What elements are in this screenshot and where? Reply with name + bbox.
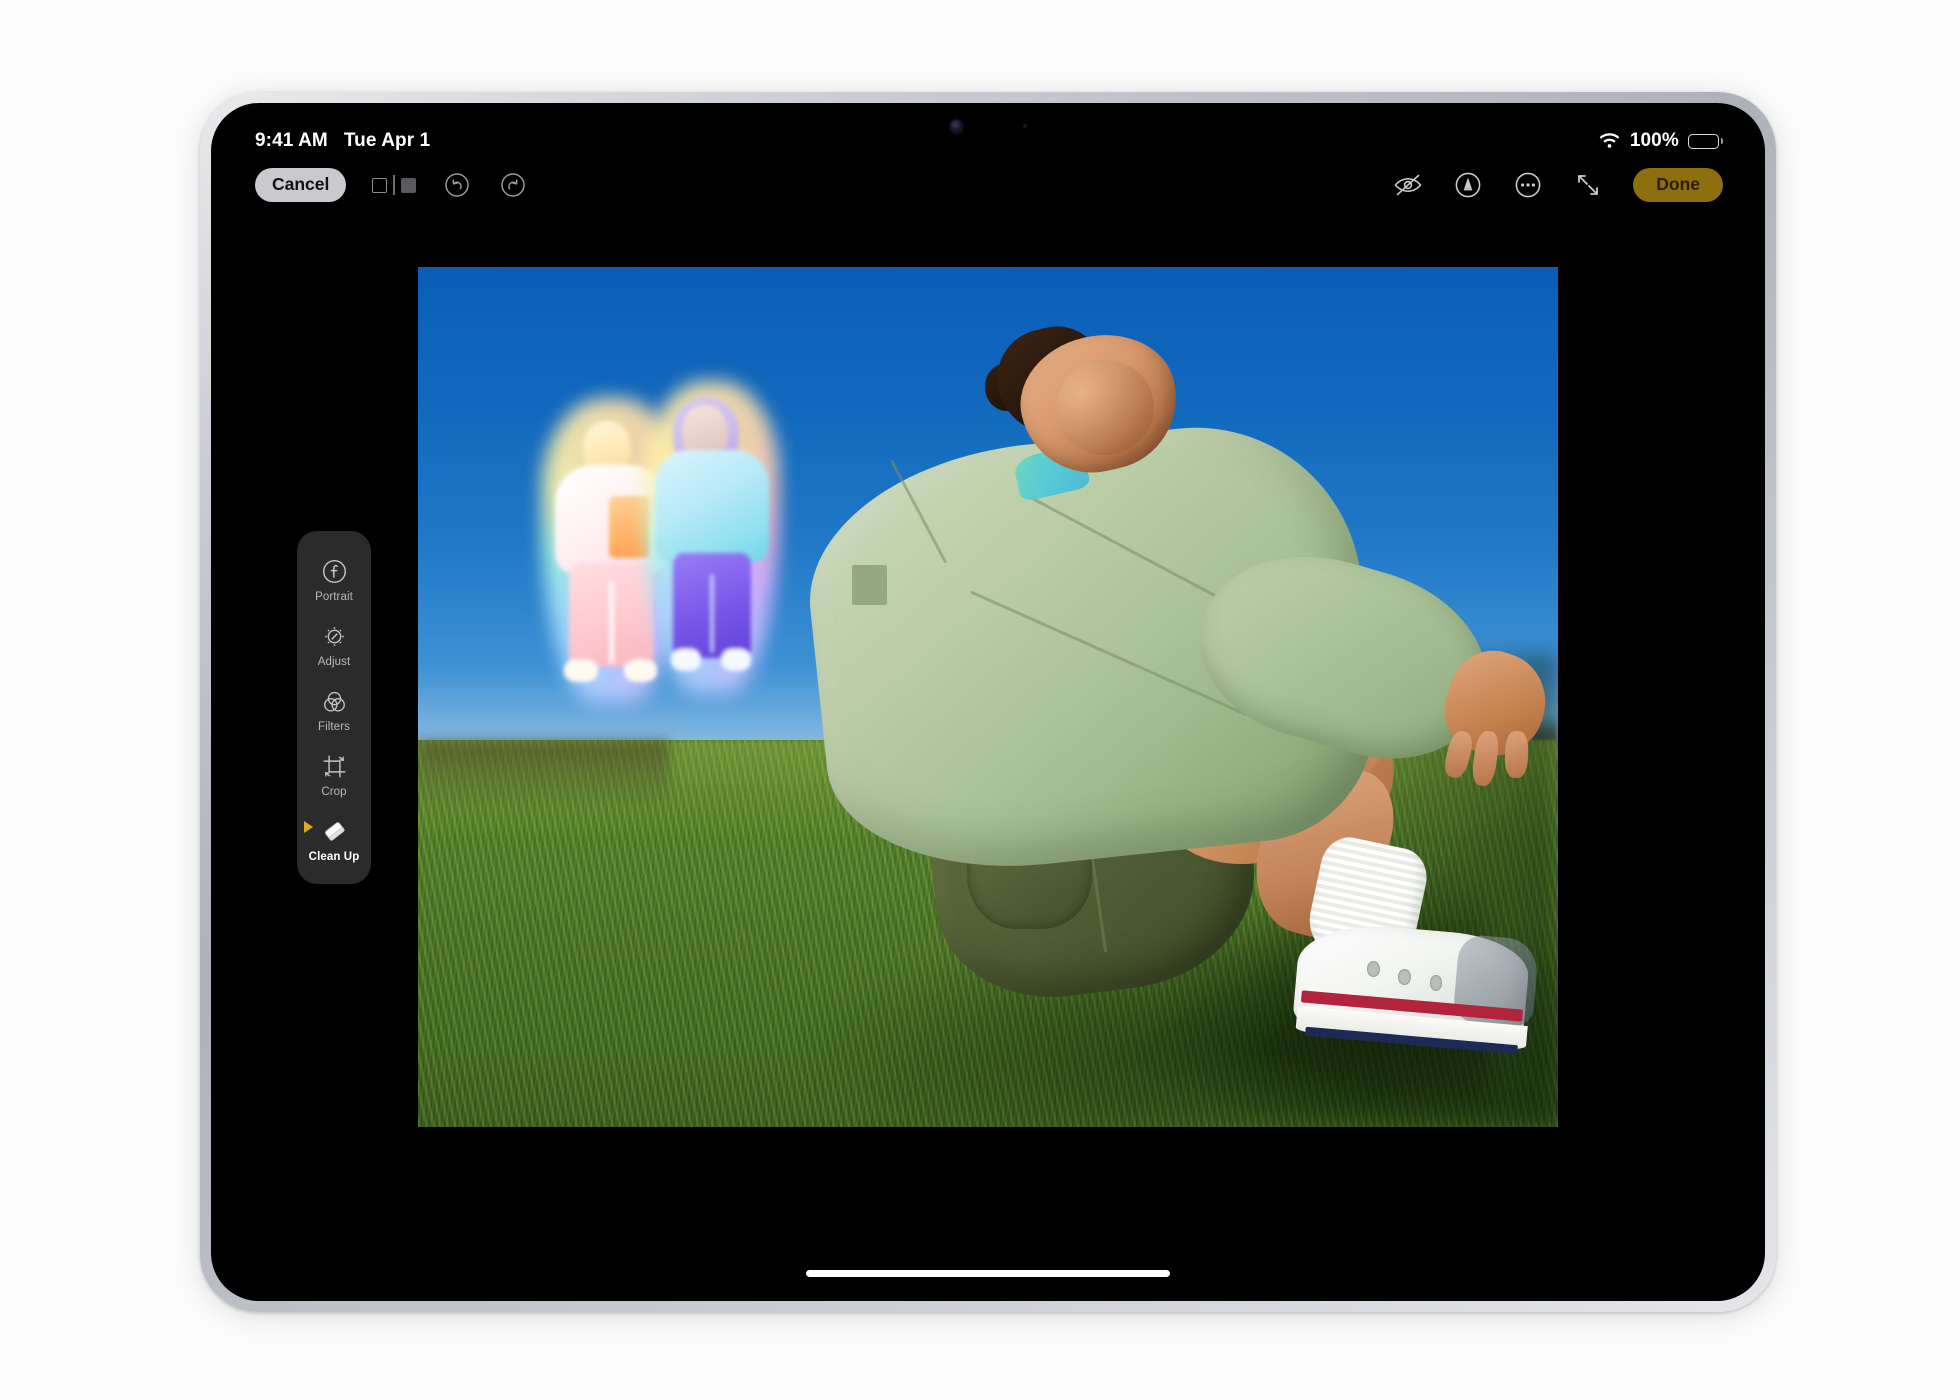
photo-main-subject <box>692 317 1558 1127</box>
battery-cap <box>1720 138 1723 144</box>
person-shoe-right <box>623 659 657 683</box>
tablet-screen: 9:41 AM Tue Apr 1 100% Cancel Done Portr… <box>211 103 1765 1301</box>
photo-dirt-patch <box>418 740 669 809</box>
person-leg-gap <box>609 581 615 665</box>
tablet-device-frame: 9:41 AM Tue Apr 1 100% Cancel Done Portr… <box>200 92 1776 1312</box>
tool-label: Crop <box>321 786 347 798</box>
person-bag <box>609 496 650 559</box>
tool-label: Filters <box>317 721 350 733</box>
tool-portrait[interactable]: Portrait <box>297 547 371 610</box>
battery-icon <box>1687 133 1723 149</box>
wifi-icon <box>1598 132 1621 150</box>
battery-percent-label: 100% <box>1629 130 1679 151</box>
active-tool-marker-icon <box>304 821 313 833</box>
toolbar-right-group: Done <box>1393 168 1723 202</box>
edited-photo[interactable] <box>418 267 1558 1127</box>
screenshot-stage: 9:41 AM Tue Apr 1 100% Cancel Done Portr… <box>0 0 1960 1400</box>
tool-crop[interactable]: Crop <box>297 742 371 805</box>
status-bar-left: 9:41 AM Tue Apr 1 <box>255 130 430 152</box>
compare-divider <box>393 175 395 195</box>
sweatshirt-pocket-tab <box>851 565 888 605</box>
home-indicator[interactable] <box>806 1270 1170 1277</box>
ambient-light-sensor-icon <box>1022 124 1027 128</box>
editor-top-toolbar: Cancel Done <box>211 157 1765 213</box>
crop-rotate-icon <box>319 751 349 781</box>
compare-after-square-icon[interactable] <box>400 177 416 193</box>
redo-button[interactable] <box>498 170 528 200</box>
tool-clean-up[interactable]: Clean Up <box>297 807 371 870</box>
compare-before-square-icon[interactable] <box>372 177 388 193</box>
battery-body <box>1687 133 1719 149</box>
tool-label: Portrait <box>315 591 353 603</box>
adjust-dial-icon <box>319 621 349 651</box>
more-options-button[interactable] <box>1513 170 1543 200</box>
fullscreen-button[interactable] <box>1573 170 1603 200</box>
front-camera-lens-icon <box>949 119 963 133</box>
tool-adjust[interactable]: Adjust <box>297 612 371 675</box>
hide-edits-button[interactable] <box>1393 170 1423 200</box>
tool-filters[interactable]: Filters <box>297 677 371 740</box>
eraser-icon <box>319 816 349 846</box>
status-date: Tue Apr 1 <box>343 130 431 151</box>
tool-label: Adjust <box>317 656 351 668</box>
tool-label: Clean Up <box>308 851 360 863</box>
sneaker-eyelet <box>1429 975 1443 991</box>
status-time: 9:41 AM <box>255 130 328 151</box>
subject-finger <box>1504 731 1530 780</box>
aperture-f-icon <box>319 556 349 586</box>
before-after-compare-toggle[interactable] <box>372 174 416 196</box>
done-button[interactable]: Done <box>1633 168 1723 202</box>
filters-circles-icon <box>319 686 349 716</box>
sneaker-eyelet <box>1398 968 1411 985</box>
sneaker-eyelet <box>1367 960 1380 977</box>
front-camera-module <box>903 113 1073 139</box>
toolbar-left-group: Cancel <box>255 168 528 202</box>
person-shoe-left <box>564 659 598 683</box>
status-bar-right: 100% <box>1598 130 1723 152</box>
undo-button[interactable] <box>442 170 472 200</box>
cancel-button[interactable]: Cancel <box>255 168 347 202</box>
edit-tools-sidebar: Portrait Adjust Filters Crop Clean Up <box>297 531 371 884</box>
photo-canvas-area[interactable] <box>211 213 1765 1181</box>
markup-button[interactable] <box>1453 170 1483 200</box>
